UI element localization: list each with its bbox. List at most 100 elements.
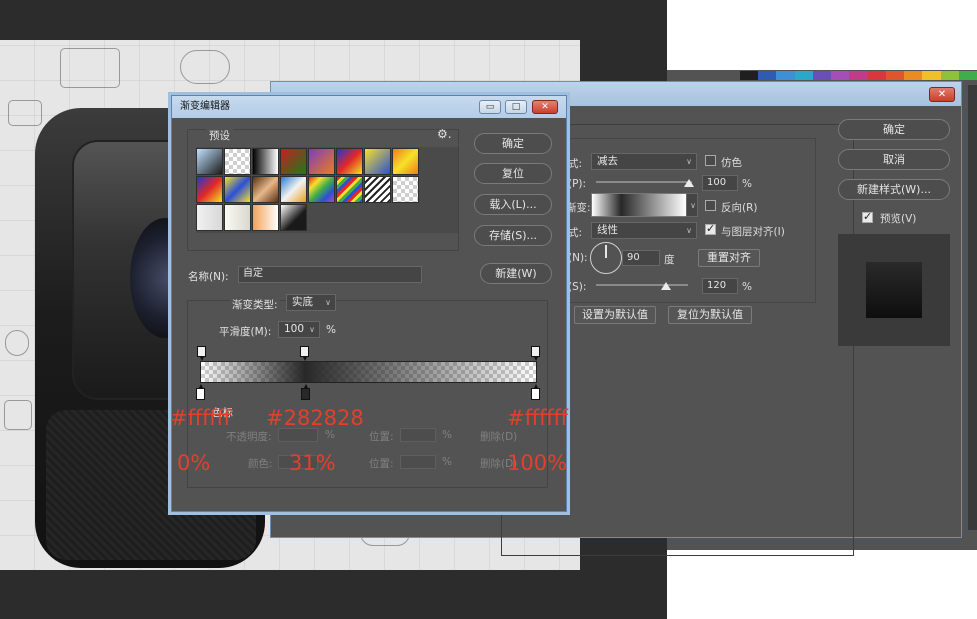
annotation-left-position: 0% [177, 451, 211, 475]
reset-default-button[interactable]: 复位为默认值 [668, 306, 752, 324]
reset-button-label: 复位 [502, 167, 524, 180]
gradient-preview-bar[interactable] [200, 361, 537, 383]
scale-slider-thumb[interactable] [661, 282, 671, 290]
layer-ok-button[interactable]: 确定 [838, 119, 950, 140]
reset-align-label: 重置对齐 [707, 251, 751, 264]
save-button-label: 存储(S)... [488, 229, 538, 242]
opacity-slider-thumb[interactable] [684, 179, 694, 187]
name-input[interactable]: 自定 [238, 266, 422, 283]
preset-swatch[interactable] [196, 176, 223, 203]
set-default-label: 设置为默认值 [582, 308, 648, 321]
preset-swatch[interactable] [336, 176, 363, 203]
angle-label: (N): [568, 252, 588, 264]
angle-value: 90 [627, 252, 640, 263]
stop-opacity-unit: % [325, 429, 335, 441]
ok-button-label: 确定 [502, 137, 524, 150]
preset-swatch[interactable] [364, 176, 391, 203]
gradient-type-label: 渐变类型: [230, 297, 280, 312]
color-stop-right[interactable] [531, 384, 540, 400]
preset-swatch[interactable] [252, 204, 279, 231]
preset-swatch[interactable] [224, 148, 251, 175]
blend-mode-select[interactable]: 减去 ∨ [591, 153, 697, 170]
close-icon[interactable]: ✕ [929, 87, 955, 102]
sketch-doodle [5, 330, 29, 356]
stop-opacity-label: 不透明度: [226, 431, 272, 443]
set-default-button[interactable]: 设置为默认值 [574, 306, 656, 324]
align-with-layer-checkbox[interactable] [705, 222, 716, 235]
preset-swatch[interactable] [336, 148, 363, 175]
stop-location-input-2[interactable] [400, 455, 436, 469]
angle-unit: 度 [664, 254, 675, 266]
color-stop-left[interactable] [196, 384, 205, 400]
preset-swatch[interactable] [308, 176, 335, 203]
opacity-value: 100 [707, 177, 727, 188]
preset-swatch[interactable] [392, 176, 419, 203]
scale-input[interactable]: 120 [702, 278, 738, 294]
gear-icon[interactable]: ⚙. [437, 127, 452, 141]
opacity-slider-track[interactable] [596, 181, 692, 183]
sketch-doodle [180, 50, 230, 84]
stop-delete-button[interactable]: 删除(D) [480, 429, 517, 444]
opacity-stop-mid[interactable] [300, 346, 309, 361]
reverse-checkbox[interactable] [705, 200, 716, 211]
new-style-button[interactable]: 新建样式(W)... [838, 179, 950, 200]
save-button[interactable]: 存储(S)... [474, 225, 552, 246]
preset-swatch[interactable] [280, 148, 307, 175]
sketch-doodle [8, 100, 42, 126]
align-with-layer-label: 与图层对齐(I) [721, 226, 785, 238]
preset-swatch[interactable] [392, 148, 419, 175]
maximize-icon[interactable]: □ [505, 100, 527, 114]
scale-slider-track[interactable] [596, 284, 688, 286]
preset-swatch[interactable] [224, 204, 251, 231]
opacity-label: (P): [568, 178, 587, 190]
annotation-right-color: #ffffff [507, 406, 569, 430]
smoothness-select[interactable]: 100 ∨ [278, 321, 320, 338]
opacity-input[interactable]: 100 [702, 175, 738, 191]
blend-mode-label: 式: [568, 158, 583, 170]
color-stop-mid[interactable] [301, 384, 310, 400]
layer-cancel-button[interactable]: 取消 [838, 149, 950, 170]
preset-swatch[interactable] [252, 176, 279, 203]
reverse-label: 反向(R) [721, 202, 758, 214]
layer-ok-label: 确定 [883, 123, 905, 136]
style-value: 线性 [597, 224, 618, 236]
preview-checkbox[interactable] [862, 210, 873, 223]
reset-default-label: 复位为默认值 [677, 308, 743, 321]
gradient-fill [201, 362, 536, 382]
style-select[interactable]: 线性 ∨ [591, 222, 697, 239]
gradient-swatch[interactable] [591, 193, 687, 217]
preset-swatch[interactable] [364, 148, 391, 175]
gradient-dropdown[interactable]: ∨ [686, 193, 698, 217]
gradient-type-select[interactable]: 实底 ∨ [286, 294, 336, 311]
reset-button[interactable]: 复位 [474, 163, 552, 184]
close-icon[interactable]: ✕ [532, 100, 558, 114]
preset-swatch[interactable] [308, 148, 335, 175]
preset-swatch[interactable] [280, 176, 307, 203]
minimize-icon[interactable]: ▭ [479, 100, 501, 114]
new-style-label: 新建样式(W)... [857, 183, 931, 196]
load-button[interactable]: 载入(L)... [474, 194, 552, 215]
ok-button[interactable]: 确定 [474, 133, 552, 154]
opacity-stop-left[interactable] [197, 346, 206, 361]
stop-opacity-input[interactable] [278, 428, 318, 442]
dither-checkbox[interactable] [705, 155, 716, 166]
preset-swatch[interactable] [224, 176, 251, 203]
angle-input[interactable]: 90 [622, 250, 660, 266]
stop-location-label: 位置: [369, 431, 394, 443]
preset-swatch[interactable] [252, 148, 279, 175]
style-label: 式: [568, 227, 583, 239]
preset-swatch[interactable] [196, 148, 223, 175]
gradient-editor-title: 渐变编辑器 [180, 101, 230, 112]
angle-dial[interactable] [590, 242, 622, 274]
preset-swatch[interactable] [196, 204, 223, 231]
preset-swatch[interactable] [280, 204, 307, 231]
name-value: 自定 [243, 268, 263, 279]
gradient-type-value: 实底 [292, 296, 313, 308]
reset-align-button[interactable]: 重置对齐 [698, 249, 760, 267]
stop-location-input[interactable] [400, 428, 436, 442]
new-button[interactable]: 新建(W) [480, 263, 552, 284]
opacity-unit: % [742, 178, 752, 190]
blend-mode-value: 减去 [597, 155, 618, 167]
sketch-doodle [4, 400, 32, 430]
opacity-stop-right[interactable] [531, 346, 540, 361]
